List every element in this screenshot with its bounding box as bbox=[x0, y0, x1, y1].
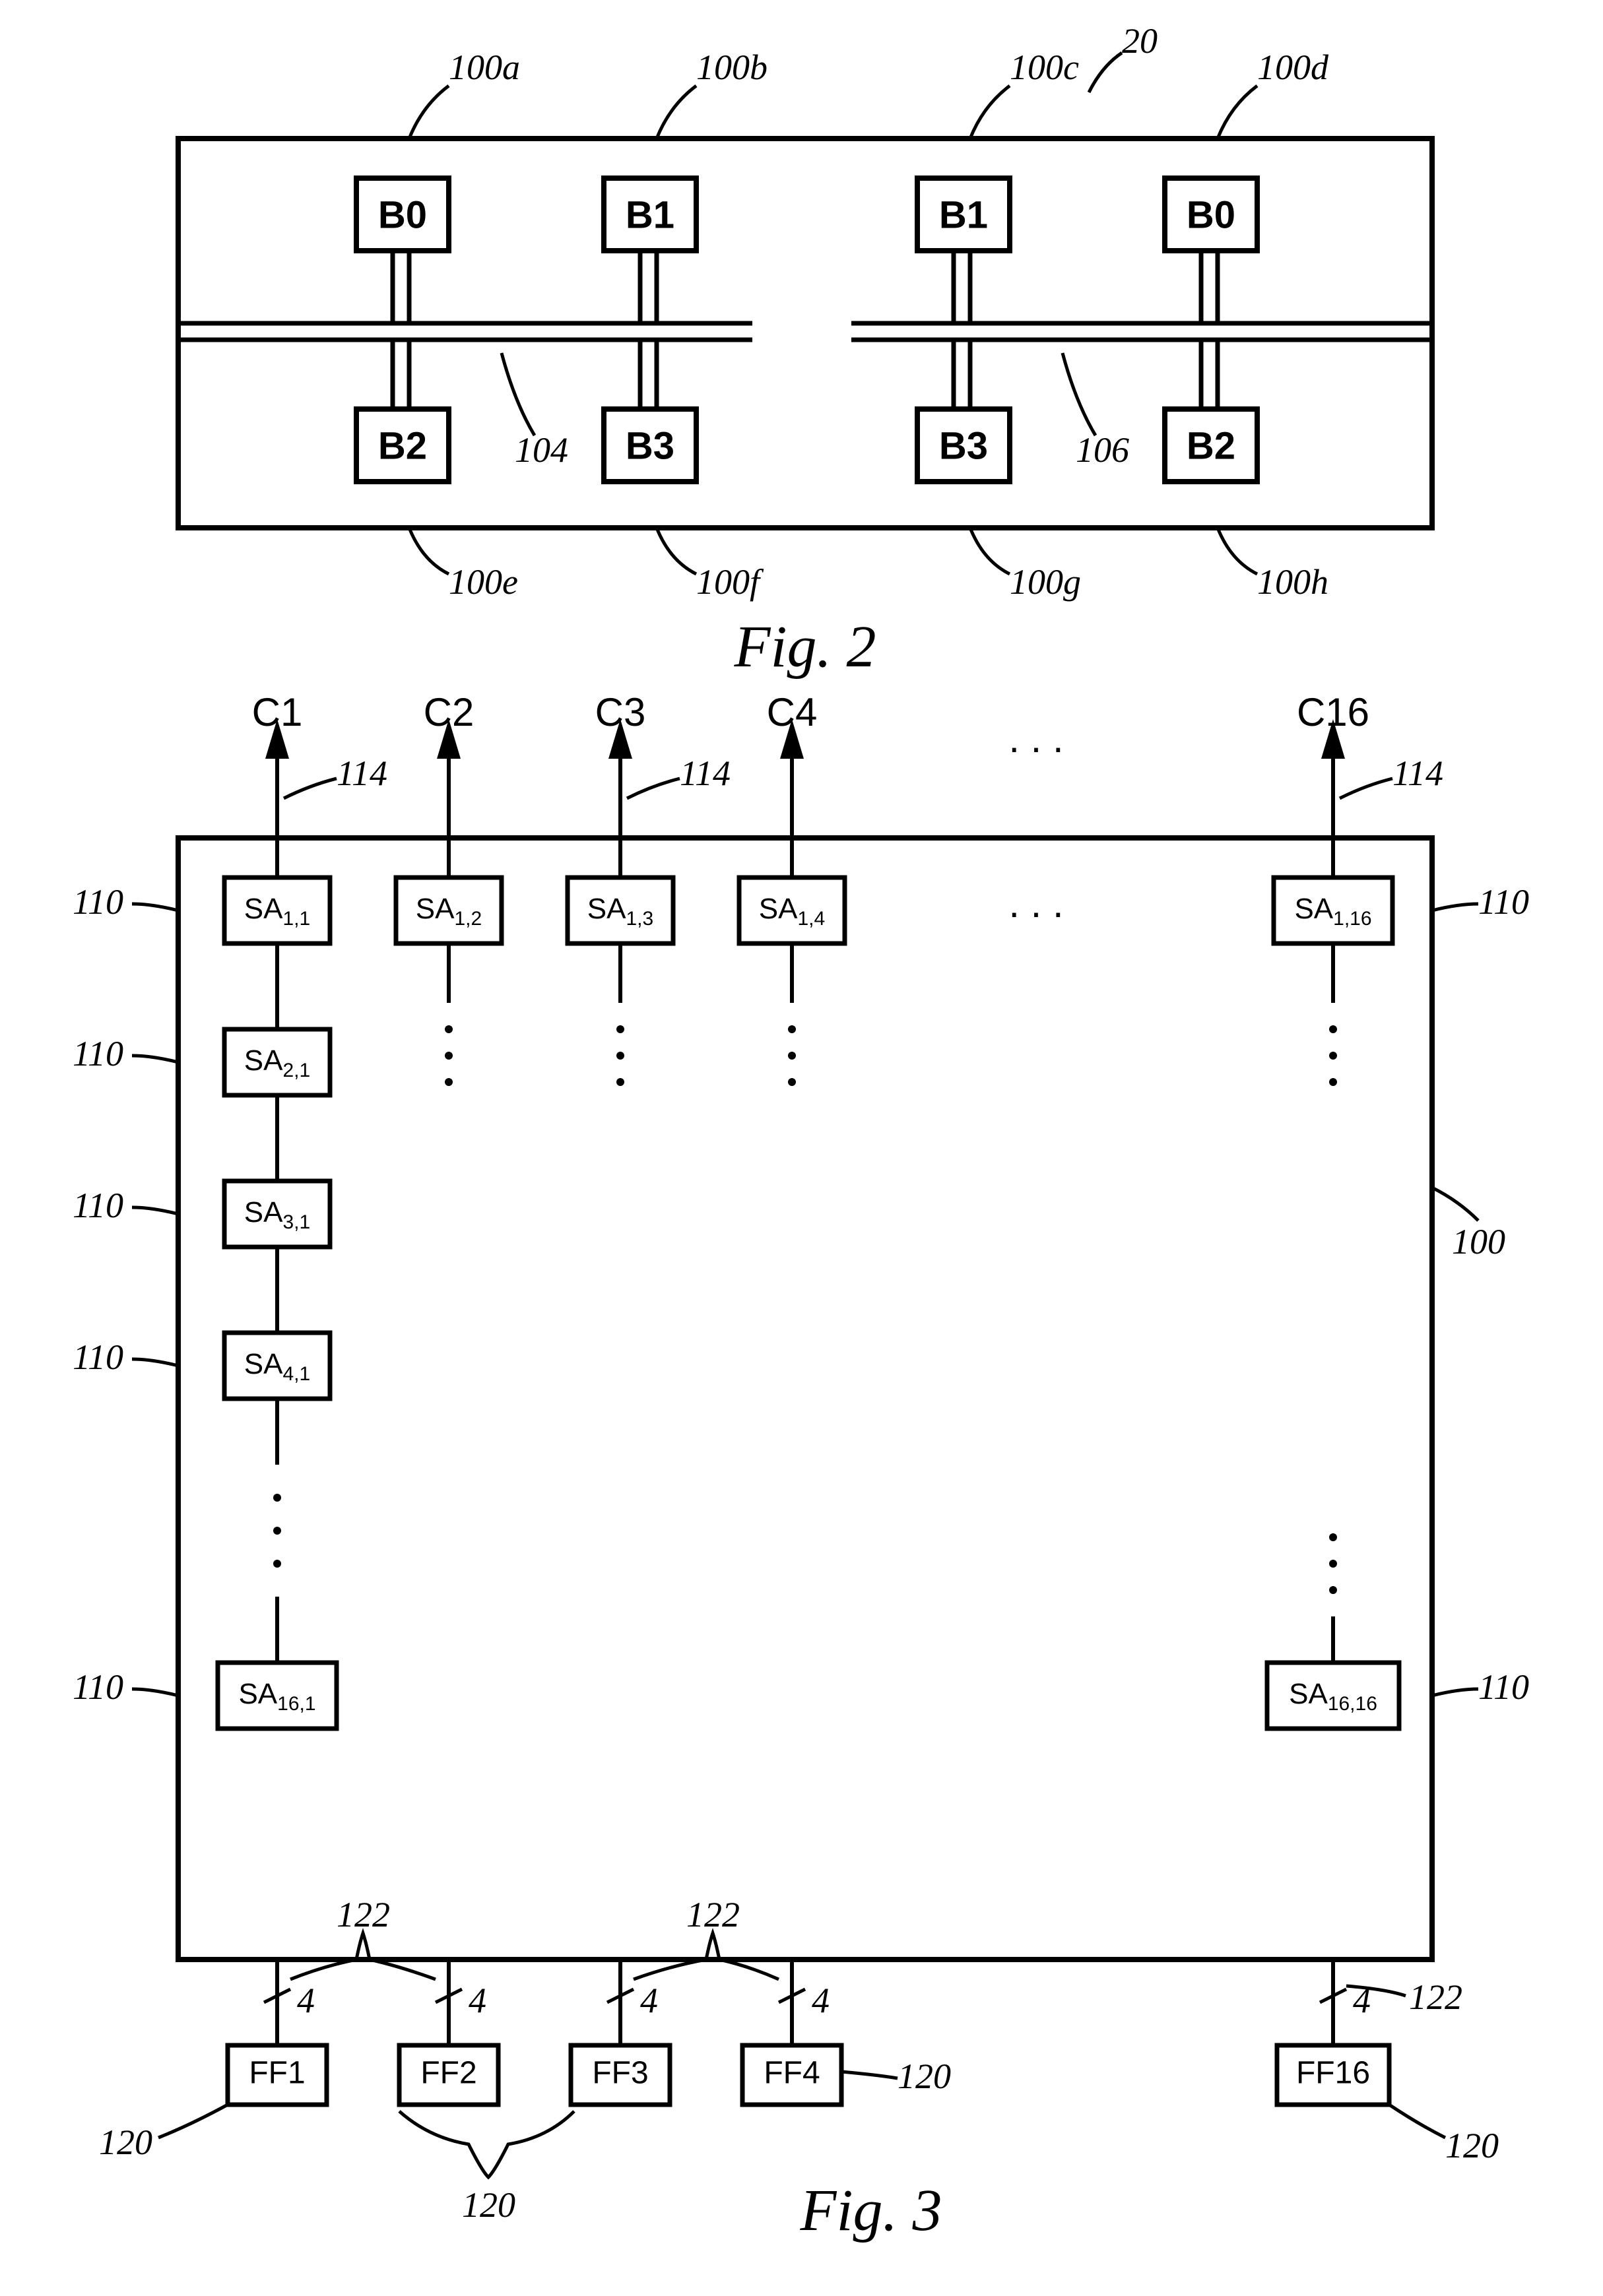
sa-1-16: SA1,16 bbox=[1274, 877, 1392, 943]
svg-text:100b: 100b bbox=[696, 48, 768, 87]
svg-text:B1: B1 bbox=[626, 193, 674, 236]
svg-text:B2: B2 bbox=[378, 424, 427, 467]
col-c3: C3 114 bbox=[595, 690, 731, 838]
svg-text:100: 100 bbox=[1452, 1222, 1505, 1261]
svg-text:B1: B1 bbox=[939, 193, 988, 236]
svg-text:110: 110 bbox=[73, 1667, 123, 1707]
svg-text:110: 110 bbox=[1478, 882, 1529, 922]
svg-text:110: 110 bbox=[1478, 1667, 1529, 1707]
fig2-caption: Fig. 2 bbox=[734, 614, 876, 680]
svg-text:122: 122 bbox=[1409, 1977, 1462, 2017]
svg-text:122: 122 bbox=[337, 1895, 390, 1934]
svg-text:B2: B2 bbox=[1187, 424, 1235, 467]
svg-text:FF1: FF1 bbox=[249, 2056, 305, 2091]
sa-1-1: SA1,1 bbox=[224, 877, 330, 943]
svg-text:100g: 100g bbox=[1010, 562, 1081, 602]
block-b0-tr: B0 bbox=[1165, 178, 1257, 251]
svg-text:B3: B3 bbox=[626, 424, 674, 467]
svg-text:C2: C2 bbox=[424, 690, 474, 734]
svg-text:B3: B3 bbox=[939, 424, 988, 467]
block-b1-t: B1 bbox=[604, 178, 696, 251]
svg-text:C4: C4 bbox=[767, 690, 818, 734]
svg-text:B0: B0 bbox=[378, 193, 427, 236]
svg-text:122: 122 bbox=[686, 1895, 740, 1934]
col-c16: C16 114 bbox=[1297, 690, 1443, 838]
svg-text:100f: 100f bbox=[696, 562, 764, 602]
svg-text:FF4: FF4 bbox=[764, 2056, 820, 2091]
sa-1-4: SA1,4 bbox=[739, 877, 845, 943]
block-b2-bl: B2 bbox=[356, 409, 449, 482]
sa-4-1: SA4,1 bbox=[224, 1333, 330, 1399]
sa-16-16: SA16,16 bbox=[1267, 1663, 1399, 1729]
svg-text:100h: 100h bbox=[1257, 562, 1328, 602]
svg-text:4: 4 bbox=[297, 1981, 315, 2020]
sa-3-1: SA3,1 bbox=[224, 1181, 330, 1247]
svg-text:114: 114 bbox=[337, 753, 387, 793]
sa-2-1: SA2,1 bbox=[224, 1029, 330, 1095]
fig3-caption: Fig. 3 bbox=[800, 2178, 942, 2243]
block-b2-br: B2 bbox=[1165, 409, 1257, 482]
svg-text:114: 114 bbox=[680, 753, 731, 793]
svg-text:110: 110 bbox=[73, 1034, 123, 1073]
svg-text:FF2: FF2 bbox=[420, 2056, 476, 2091]
svg-text:120: 120 bbox=[462, 2185, 515, 2225]
svg-text:104: 104 bbox=[515, 430, 568, 470]
figure-3: 100 C1 114 C2 C3 114 C4 . . . C16 114 SA… bbox=[26, 686, 1577, 2270]
ff4-group: 4 FF4 bbox=[742, 1960, 841, 2105]
svg-text:106: 106 bbox=[1076, 430, 1129, 470]
svg-text:C1: C1 bbox=[252, 690, 303, 734]
svg-text:FF16: FF16 bbox=[1296, 2056, 1370, 2091]
svg-text:100c: 100c bbox=[1010, 48, 1079, 87]
svg-text:C16: C16 bbox=[1297, 690, 1369, 734]
svg-text:. . .: . . . bbox=[1008, 717, 1063, 761]
svg-text:C3: C3 bbox=[595, 690, 646, 734]
col-c1: C1 114 bbox=[252, 690, 387, 838]
svg-text:114: 114 bbox=[1392, 753, 1443, 793]
svg-text:FF3: FF3 bbox=[592, 2056, 648, 2091]
ref-20: 20 bbox=[1122, 26, 1158, 61]
col-c4: C4 bbox=[767, 690, 818, 838]
svg-text:120: 120 bbox=[1445, 2126, 1499, 2165]
svg-text:B0: B0 bbox=[1187, 193, 1235, 236]
svg-text:100d: 100d bbox=[1257, 48, 1329, 87]
ff2-group: 4 FF2 bbox=[399, 1960, 498, 2105]
figure-2: 20 B0 100a B1 100b B1 100c bbox=[26, 26, 1577, 686]
svg-text:120: 120 bbox=[898, 2057, 951, 2096]
svg-text:110: 110 bbox=[73, 882, 123, 922]
block-b3-br: B3 bbox=[917, 409, 1010, 482]
svg-text:110: 110 bbox=[73, 1186, 123, 1225]
svg-text:4: 4 bbox=[469, 1981, 486, 2020]
ff1-group: 4 FF1 bbox=[228, 1960, 327, 2105]
sa-1-3: SA1,3 bbox=[568, 877, 673, 943]
svg-text:4: 4 bbox=[812, 1981, 830, 2020]
svg-text:100a: 100a bbox=[449, 48, 520, 87]
col-c2: C2 bbox=[424, 690, 474, 838]
ff16-group: 4 FF16 bbox=[1277, 1960, 1389, 2105]
sa-1-2: SA1,2 bbox=[396, 877, 502, 943]
block-b3-b: B3 bbox=[604, 409, 696, 482]
sa-16-1: SA16,1 bbox=[218, 1663, 337, 1729]
svg-text:. . .: . . . bbox=[1008, 881, 1063, 926]
svg-text:100e: 100e bbox=[449, 562, 518, 602]
svg-text:110: 110 bbox=[73, 1337, 123, 1377]
block-b0-tl: B0 bbox=[356, 178, 449, 251]
svg-text:120: 120 bbox=[99, 2122, 152, 2162]
ff3-group: 4 FF3 bbox=[571, 1960, 670, 2105]
block-b1-tr: B1 bbox=[917, 178, 1010, 251]
svg-text:4: 4 bbox=[640, 1981, 658, 2020]
